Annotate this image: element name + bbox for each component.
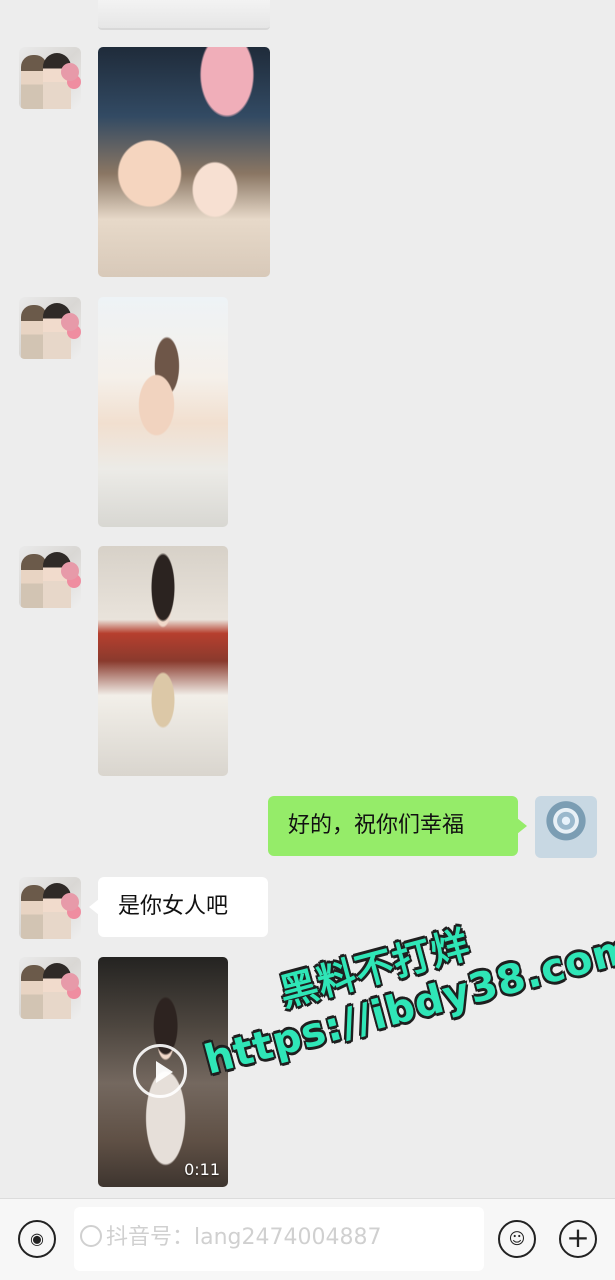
- my-avatar[interactable]: [535, 796, 597, 858]
- plus-icon[interactable]: +: [559, 1220, 597, 1258]
- my-message-bubble[interactable]: 好的，祝你们幸福: [268, 796, 527, 856]
- contact-avatar[interactable]: [19, 546, 81, 608]
- contact-avatar[interactable]: [19, 47, 81, 109]
- chat-video-thumbnail[interactable]: 0:11: [98, 957, 228, 1187]
- voice-icon[interactable]: ◉: [18, 1220, 56, 1258]
- contact-message-bubble[interactable]: 是你女人吧: [89, 877, 268, 937]
- contact-avatar[interactable]: [19, 297, 81, 359]
- play-icon[interactable]: [133, 1044, 187, 1098]
- chat-image-2[interactable]: [98, 297, 228, 527]
- douyin-watermark: 抖音号：lang2474004887: [80, 1219, 381, 1251]
- watermark-text-primary: 黑料不打烊: [274, 922, 475, 1016]
- emoji-icon[interactable]: ☺: [498, 1220, 536, 1258]
- chat-image-1[interactable]: [98, 47, 270, 277]
- watermark-url: https://ibdy38.com: [199, 924, 615, 1084]
- contact-avatar[interactable]: [19, 877, 81, 939]
- douyin-icon: [80, 1225, 102, 1247]
- video-duration: 0:11: [184, 1160, 220, 1179]
- chat-image-3[interactable]: [98, 546, 228, 776]
- chat-composer: ◉ 抖音号：lang2474004887 ☺ +: [0, 1198, 615, 1280]
- contact-avatar[interactable]: [19, 957, 81, 1019]
- previous-message-edge: [98, 0, 270, 30]
- chat-window: 好的，祝你们幸福 是你女人吧 0:11 黑料不打烊 https://ibdy38…: [0, 0, 615, 1280]
